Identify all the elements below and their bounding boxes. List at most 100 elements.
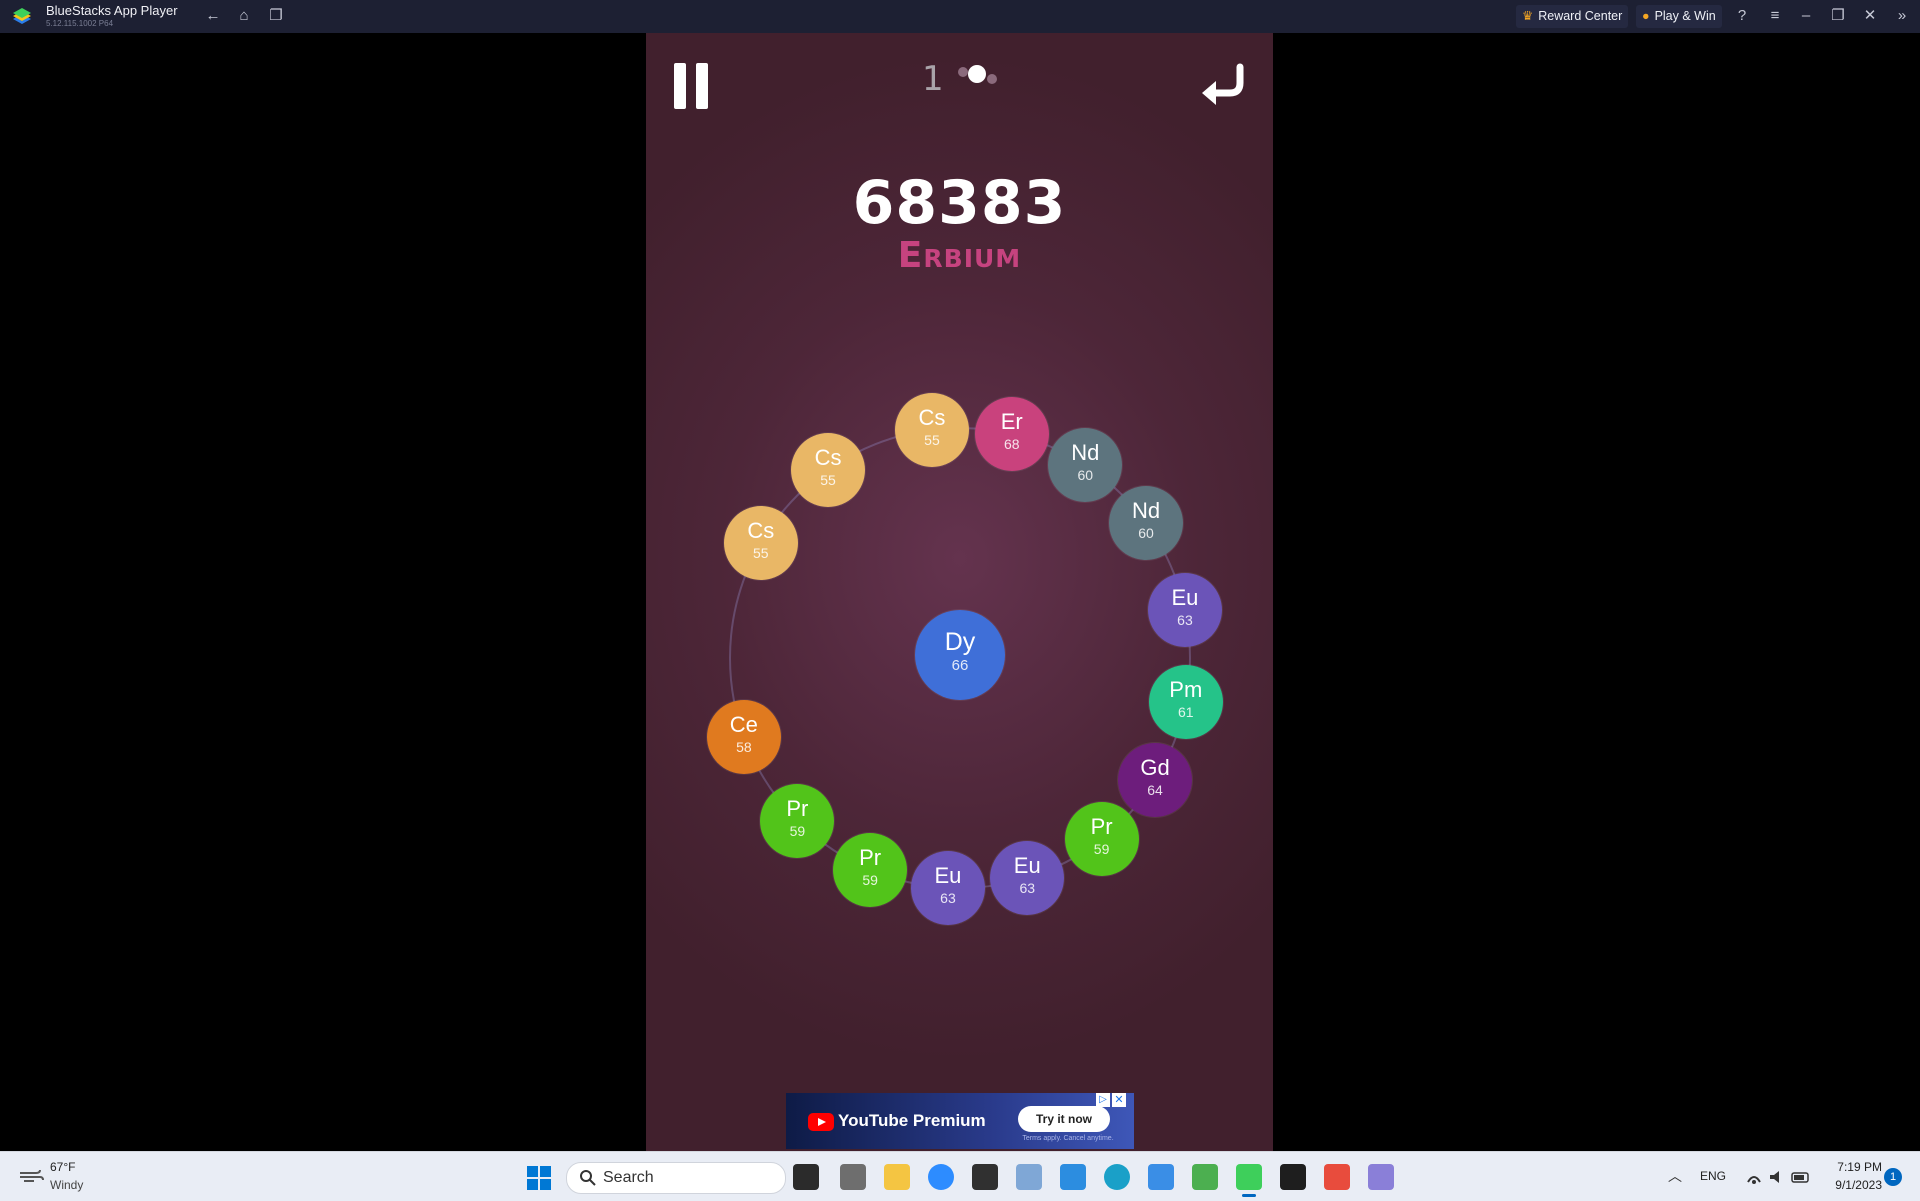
app-icon-1[interactable] bbox=[840, 1164, 866, 1190]
ring-atom[interactable]: Cs 55 bbox=[791, 432, 866, 507]
search-icon bbox=[580, 1170, 596, 1186]
ring-atom[interactable]: Eu 63 bbox=[910, 850, 985, 925]
atom-symbol: Gd bbox=[1140, 754, 1170, 780]
notification-badge[interactable]: 1 bbox=[1884, 1168, 1902, 1186]
atom-number: 55 bbox=[820, 471, 836, 488]
atom-symbol: Pr bbox=[859, 844, 882, 870]
ad-terms: Terms apply. Cancel anytime. bbox=[1022, 1135, 1114, 1142]
app-version: 5.12.115.1002 P64 bbox=[46, 19, 114, 28]
cmd-icon[interactable] bbox=[1280, 1164, 1306, 1190]
crown-icon: ♛ bbox=[1522, 9, 1534, 23]
atom-symbol: Eu bbox=[1013, 852, 1041, 878]
atom-number: 59 bbox=[1093, 841, 1110, 858]
weather-temperature: 67°F bbox=[50, 1160, 76, 1174]
atom-number: 55 bbox=[753, 545, 769, 561]
close-icon[interactable]: ✕ bbox=[1860, 6, 1880, 26]
app-icon-2[interactable] bbox=[1192, 1164, 1218, 1190]
paint-icon[interactable] bbox=[1148, 1164, 1174, 1190]
task-view-icon[interactable] bbox=[793, 1164, 819, 1190]
youtube-logo-icon bbox=[808, 1113, 834, 1131]
atom-symbol: Pr bbox=[1090, 814, 1113, 840]
atom-number: 63 bbox=[940, 889, 956, 906]
atom-number: 66 bbox=[951, 657, 969, 674]
atom-number: 58 bbox=[736, 738, 752, 755]
atom-number: 63 bbox=[1019, 879, 1036, 896]
atom-symbol: Cs bbox=[918, 404, 946, 430]
app-icon-3[interactable] bbox=[1368, 1164, 1394, 1190]
atom-symbol: Nd bbox=[1071, 440, 1100, 466]
reward-center-button[interactable]: ♛ Reward Center bbox=[1516, 5, 1629, 28]
wind-icon bbox=[20, 1169, 44, 1182]
language-indicator[interactable]: ENG bbox=[1700, 1169, 1726, 1183]
atom-number: 64 bbox=[1147, 781, 1163, 798]
ad-info-icon[interactable]: ▷ bbox=[1096, 1093, 1110, 1107]
ad-banner[interactable]: YouTube Premium Try it now Terms apply. … bbox=[786, 1093, 1134, 1149]
home-icon[interactable]: ⌂ bbox=[236, 8, 252, 24]
atom-number: 60 bbox=[1077, 467, 1094, 484]
ring-atom[interactable]: Pr 59 bbox=[833, 832, 908, 907]
atom-symbol: Pr bbox=[786, 795, 809, 821]
atom-symbol: Er bbox=[1000, 408, 1023, 434]
app-title: BlueStacks App Player bbox=[46, 3, 178, 18]
back-arrow-icon[interactable]: ← bbox=[205, 8, 221, 24]
ring-atom[interactable]: Pm 61 bbox=[1148, 664, 1223, 739]
ring-atom[interactable]: Eu 63 bbox=[990, 840, 1065, 915]
zoom-icon[interactable] bbox=[928, 1164, 954, 1190]
photos-icon[interactable] bbox=[1016, 1164, 1042, 1190]
snipping-tool-icon[interactable] bbox=[1324, 1164, 1350, 1190]
ring-atom[interactable]: Gd 64 bbox=[1118, 742, 1193, 817]
atom-number: 63 bbox=[1177, 612, 1193, 629]
atom-symbol: Ce bbox=[729, 711, 758, 737]
menu-icon[interactable]: ≡ bbox=[1765, 6, 1785, 26]
atom-symbol: Eu bbox=[934, 862, 962, 888]
ring-atom[interactable]: Ce 58 bbox=[706, 699, 781, 774]
sidebar-expand-icon[interactable]: » bbox=[1892, 6, 1912, 26]
atom-number: 59 bbox=[789, 822, 806, 839]
ring-atom[interactable]: Pr 59 bbox=[1064, 802, 1139, 877]
recent-apps-icon[interactable]: ❐ bbox=[268, 8, 284, 24]
weather-condition: Windy bbox=[50, 1178, 84, 1192]
title-bar: BlueStacks App Player 5.12.115.1002 P64 … bbox=[0, 0, 1920, 33]
clock-date[interactable]: 9/1/2023 bbox=[1812, 1178, 1882, 1192]
atom-number: 55 bbox=[924, 431, 940, 448]
taskbar-search[interactable]: Search bbox=[566, 1162, 786, 1194]
ring-atom[interactable]: Eu 63 bbox=[1147, 573, 1222, 648]
edge-icon[interactable] bbox=[1104, 1164, 1130, 1190]
center-atom[interactable]: Dy 66 bbox=[915, 610, 1005, 700]
ring-atom[interactable]: Cs 55 bbox=[723, 506, 798, 580]
ad-cta-button[interactable]: Try it now bbox=[1018, 1106, 1110, 1132]
ring-atom[interactable]: Er 68 bbox=[974, 396, 1049, 471]
minimize-icon[interactable]: – bbox=[1796, 6, 1816, 26]
atom-number: 60 bbox=[1138, 524, 1154, 541]
bluestacks-taskbar-icon[interactable] bbox=[1236, 1164, 1262, 1197]
ring-atom[interactable]: Nd 60 bbox=[1048, 428, 1123, 503]
tray-overflow-icon[interactable]: ︿ bbox=[1668, 1166, 1682, 1186]
atom-symbol: Pm bbox=[1169, 676, 1203, 702]
reward-center-label: Reward Center bbox=[1538, 9, 1623, 23]
taskbar: 67°F Windy Search ︿ ENG 7:19 PM 9/1/2023… bbox=[0, 1151, 1920, 1201]
ring-atom[interactable]: Nd 60 bbox=[1109, 485, 1184, 560]
restore-icon[interactable]: ❐ bbox=[1828, 6, 1848, 26]
atom-number: 68 bbox=[1003, 435, 1020, 452]
game-screen: 1 68383 Erbium Cs 55 Er 68 Nd 60 Nd 60 Eu 63 Pm 61 G… bbox=[646, 33, 1273, 1151]
atom-symbol: Cs bbox=[747, 518, 775, 543]
help-icon[interactable]: ? bbox=[1732, 6, 1752, 26]
play-win-label: Play & Win bbox=[1654, 9, 1716, 23]
terminal-icon[interactable] bbox=[972, 1164, 998, 1190]
search-placeholder: Search bbox=[603, 1169, 654, 1186]
file-explorer-icon[interactable] bbox=[884, 1164, 910, 1190]
clock-time[interactable]: 7:19 PM bbox=[1822, 1160, 1882, 1174]
ring-atom[interactable]: Cs 55 bbox=[894, 392, 969, 467]
bluestacks-logo-icon bbox=[13, 8, 31, 24]
atom-number: 59 bbox=[862, 871, 878, 888]
atom-symbol: Cs bbox=[814, 444, 842, 470]
ring-atom[interactable]: Pr 59 bbox=[760, 783, 835, 858]
atom-symbol: Nd bbox=[1132, 497, 1161, 523]
atom-symbol: Eu bbox=[1171, 585, 1199, 611]
play-win-button[interactable]: ● Play & Win bbox=[1636, 5, 1722, 28]
ad-brand: YouTube Premium bbox=[838, 1111, 986, 1130]
tray-status-icons[interactable] bbox=[1744, 1168, 1814, 1186]
ad-close-icon[interactable]: ✕ bbox=[1112, 1093, 1126, 1107]
vscode-icon[interactable] bbox=[1060, 1164, 1086, 1190]
windows-start-icon[interactable] bbox=[527, 1166, 551, 1190]
